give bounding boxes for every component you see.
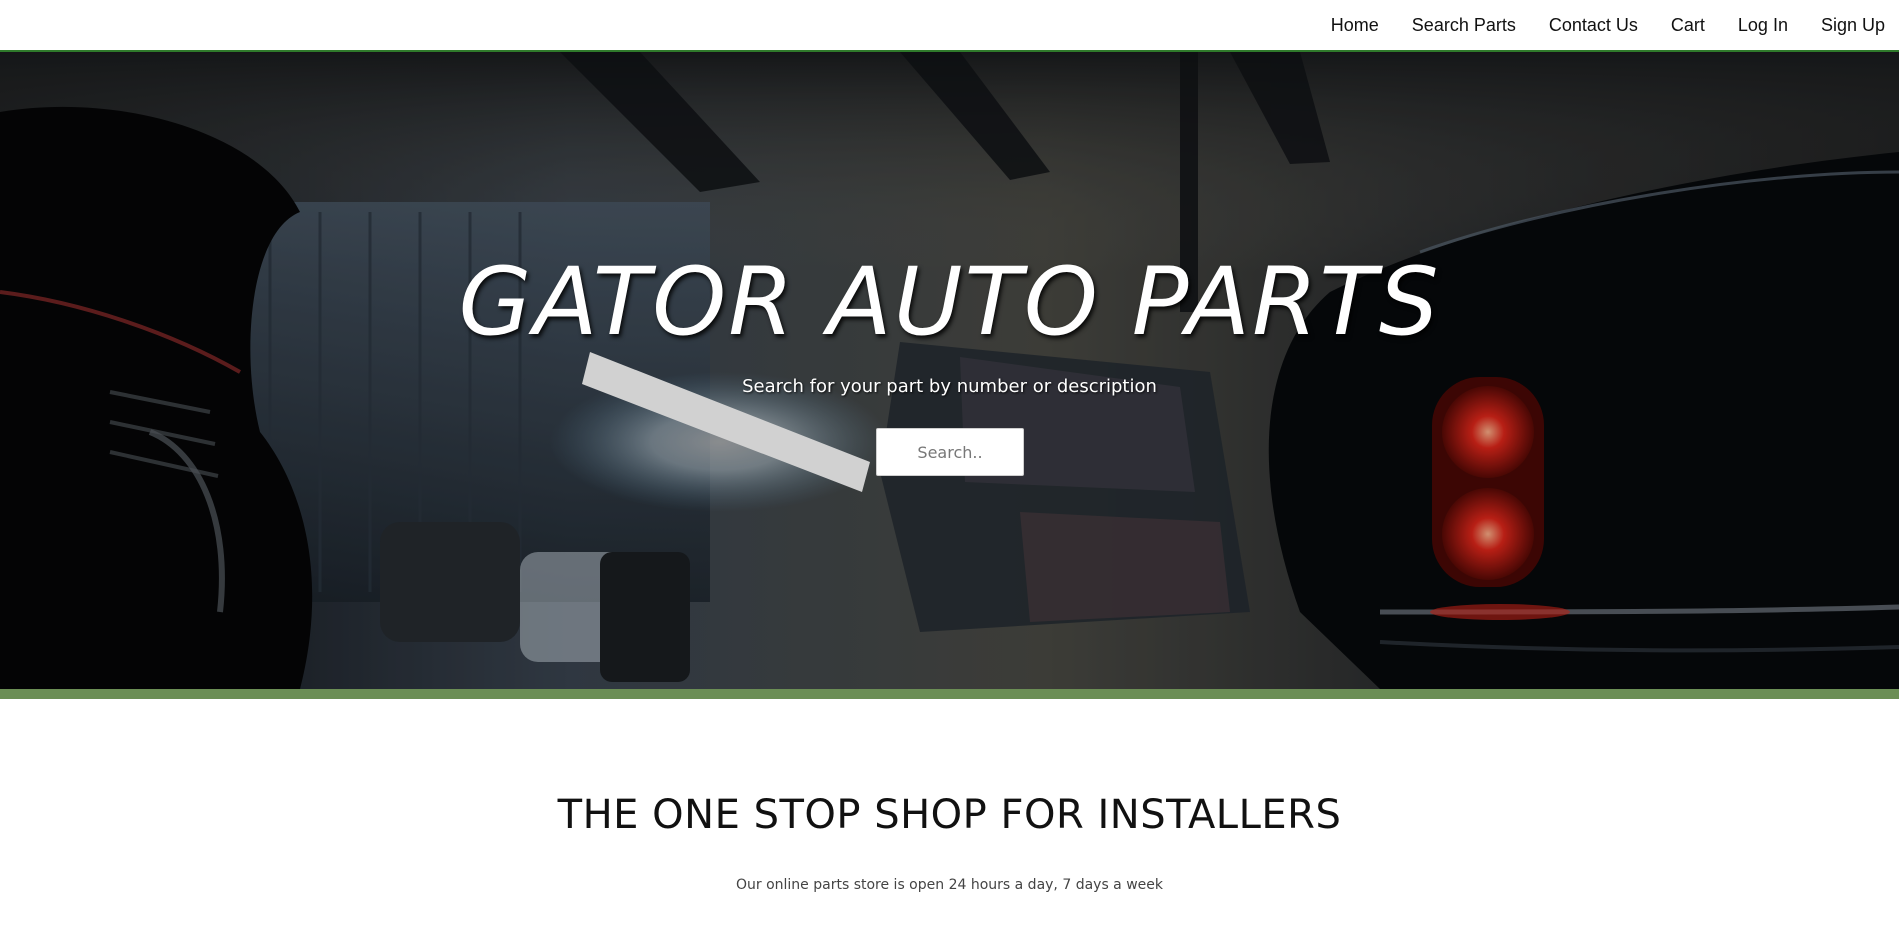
hero-subtitle: Search for your part by number or descri… (742, 376, 1157, 397)
hero-title: GATOR AUTO PARTS (458, 248, 1441, 357)
top-navbar: Home Search Parts Contact Us Cart Log In… (0, 0, 1899, 52)
nav-link-log-in[interactable]: Log In (1738, 15, 1788, 36)
section-heading: THE ONE STOP SHOP FOR INSTALLERS (557, 792, 1342, 838)
nav-link-sign-up[interactable]: Sign Up (1821, 15, 1885, 36)
nav-link-home[interactable]: Home (1331, 15, 1379, 36)
section-description: Our online parts store is open 24 hours … (735, 877, 1163, 893)
nav-link-contact-us[interactable]: Contact Us (1549, 15, 1638, 36)
part-search-input[interactable] (876, 428, 1024, 476)
nav-link-search-parts[interactable]: Search Parts (1412, 15, 1516, 36)
accent-divider (0, 689, 1899, 699)
hero-banner: GATOR AUTO PARTS Search for your part by… (0, 52, 1899, 689)
hero-background-image (0, 52, 1899, 689)
nav-menu: Home Search Parts Contact Us Cart Log In… (1331, 0, 1899, 50)
nav-link-cart[interactable]: Cart (1671, 15, 1705, 36)
